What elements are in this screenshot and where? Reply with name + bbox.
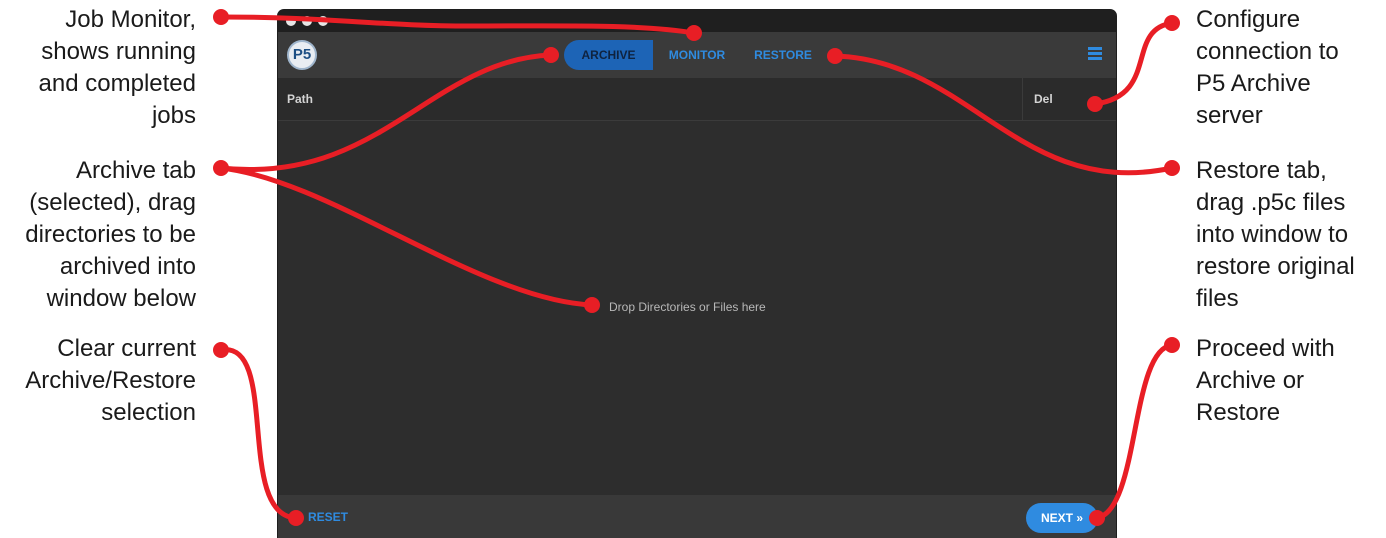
tab-restore[interactable]: RESTORE bbox=[748, 40, 818, 70]
window-close-button[interactable] bbox=[286, 16, 296, 26]
callout-dot bbox=[1164, 15, 1180, 31]
callout-archive-tab: Archive tab (selected), drag directories… bbox=[25, 157, 196, 312]
callout-configure: Configure connection to P5 Archive serve… bbox=[1196, 6, 1339, 129]
toolbar: P5 ARCHIVE MONITOR RESTORE bbox=[278, 32, 1116, 78]
app-window: P5 ARCHIVE MONITOR RESTORE Path Del Drop… bbox=[278, 10, 1116, 538]
tab-monitor[interactable]: MONITOR bbox=[662, 40, 732, 70]
column-divider bbox=[1022, 78, 1023, 120]
title-bar bbox=[278, 10, 1116, 32]
callout-dot bbox=[213, 160, 229, 176]
next-button[interactable]: NEXT » bbox=[1026, 503, 1098, 533]
table-header: Path Del bbox=[278, 78, 1116, 121]
callout-restore-tab: Restore tab, drag .p5c files into window… bbox=[1196, 157, 1355, 312]
hamburger-menu-icon[interactable] bbox=[1088, 47, 1102, 61]
callout-dot bbox=[213, 9, 229, 25]
footer: RESET NEXT » bbox=[278, 495, 1116, 538]
callout-proceed: Proceed with Archive or Restore bbox=[1196, 335, 1335, 426]
column-header-path[interactable]: Path bbox=[287, 92, 313, 106]
drop-zone-hint: Drop Directories or Files here bbox=[609, 300, 766, 314]
callout-clear: Clear current Archive/Restore selection bbox=[25, 335, 196, 426]
callout-job-monitor: Job Monitor, shows running and completed… bbox=[38, 6, 196, 129]
window-zoom-button[interactable] bbox=[318, 16, 328, 26]
column-header-del[interactable]: Del bbox=[1034, 92, 1053, 106]
callout-dot bbox=[1164, 160, 1180, 176]
tab-archive[interactable]: ARCHIVE bbox=[564, 40, 653, 70]
reset-button[interactable]: RESET bbox=[308, 510, 348, 524]
p5-logo: P5 bbox=[287, 40, 317, 70]
callout-dot bbox=[1164, 337, 1180, 353]
callout-dot bbox=[213, 342, 229, 358]
drop-zone[interactable]: Drop Directories or Files here bbox=[278, 121, 1116, 495]
window-minimize-button[interactable] bbox=[302, 16, 312, 26]
